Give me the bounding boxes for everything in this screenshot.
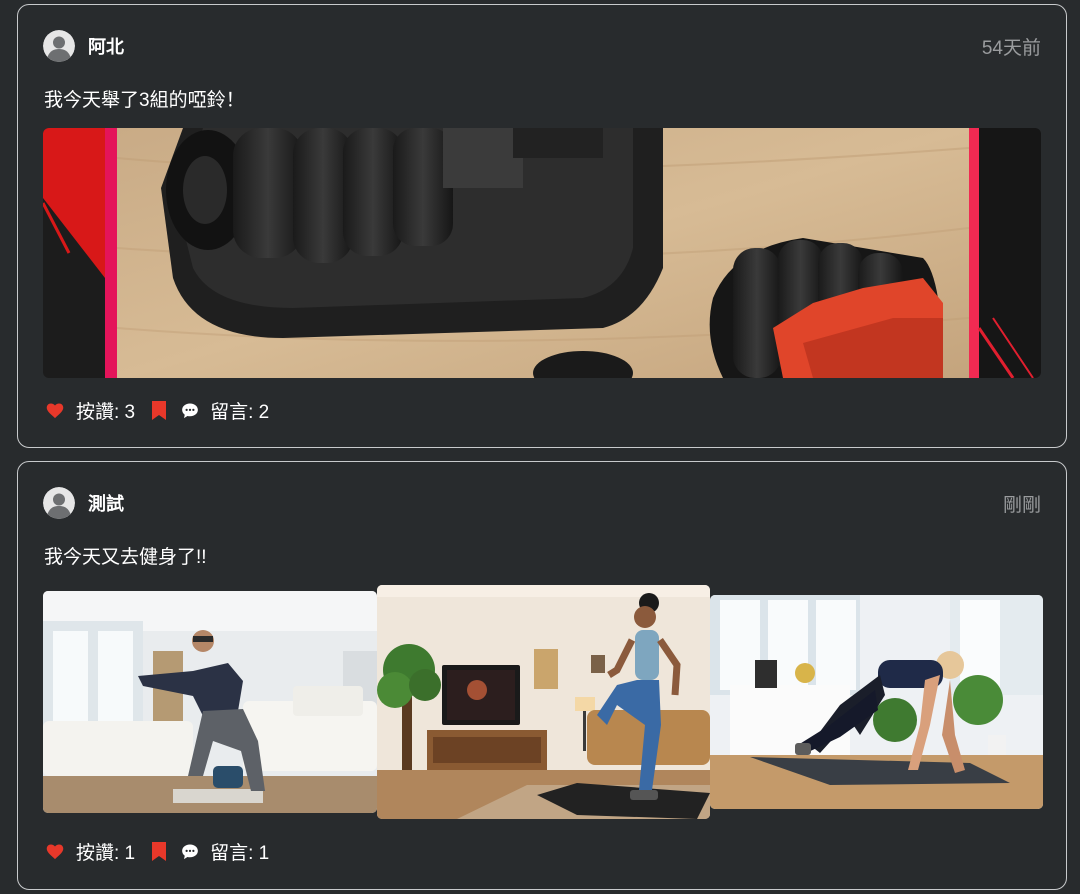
gallery-image-mountain-climber[interactable] bbox=[710, 595, 1043, 809]
chat-bubble-icon[interactable] bbox=[181, 402, 199, 420]
post-actions: 按讚: 3 留言: 2 bbox=[46, 397, 269, 424]
post-feed: 阿北 54天前 我今天舉了3組的啞鈴！ 按讚: 3 留言: 2 測試 剛剛 我今… bbox=[0, 0, 1080, 894]
gallery-image-high-knees[interactable] bbox=[377, 585, 710, 819]
post-header: 阿北 54天前 bbox=[43, 30, 1041, 62]
comment-count[interactable]: 留言: 2 bbox=[210, 397, 269, 424]
bookmark-icon[interactable] bbox=[151, 841, 167, 862]
post-image-dumbbells[interactable] bbox=[43, 128, 1041, 378]
like-count: 按讚: 1 bbox=[76, 843, 136, 864]
comment-count[interactable]: 留言: 1 bbox=[210, 838, 269, 865]
post-timestamp: 剛剛 bbox=[1002, 494, 1041, 516]
like-count: 按讚: 3 bbox=[76, 402, 136, 423]
gallery-image-squat[interactable] bbox=[43, 591, 377, 813]
post-card[interactable]: 阿北 54天前 我今天舉了3組的啞鈴！ 按讚: 3 留言: 2 bbox=[17, 4, 1067, 448]
post-actions: 按讚: 1 留言: 1 bbox=[46, 838, 269, 865]
username[interactable]: 測試 bbox=[88, 490, 124, 516]
chat-bubble-icon[interactable] bbox=[181, 843, 199, 861]
user-avatar-icon[interactable] bbox=[43, 487, 75, 519]
post-header: 測試 剛剛 bbox=[43, 487, 1041, 519]
bookmark-icon[interactable] bbox=[151, 400, 167, 421]
post-text: 我今天又去健身了!! bbox=[44, 547, 207, 568]
post-card[interactable]: 測試 剛剛 我今天又去健身了!! 按讚: 1 留言: 1 bbox=[17, 461, 1067, 890]
heart-icon[interactable] bbox=[46, 843, 64, 861]
post-image-gallery bbox=[43, 585, 1043, 820]
post-text: 我今天舉了3組的啞鈴！ bbox=[44, 90, 245, 111]
user-avatar-icon[interactable] bbox=[43, 30, 75, 62]
post-timestamp: 54天前 bbox=[981, 37, 1041, 59]
username[interactable]: 阿北 bbox=[88, 33, 124, 59]
heart-icon[interactable] bbox=[46, 402, 64, 420]
